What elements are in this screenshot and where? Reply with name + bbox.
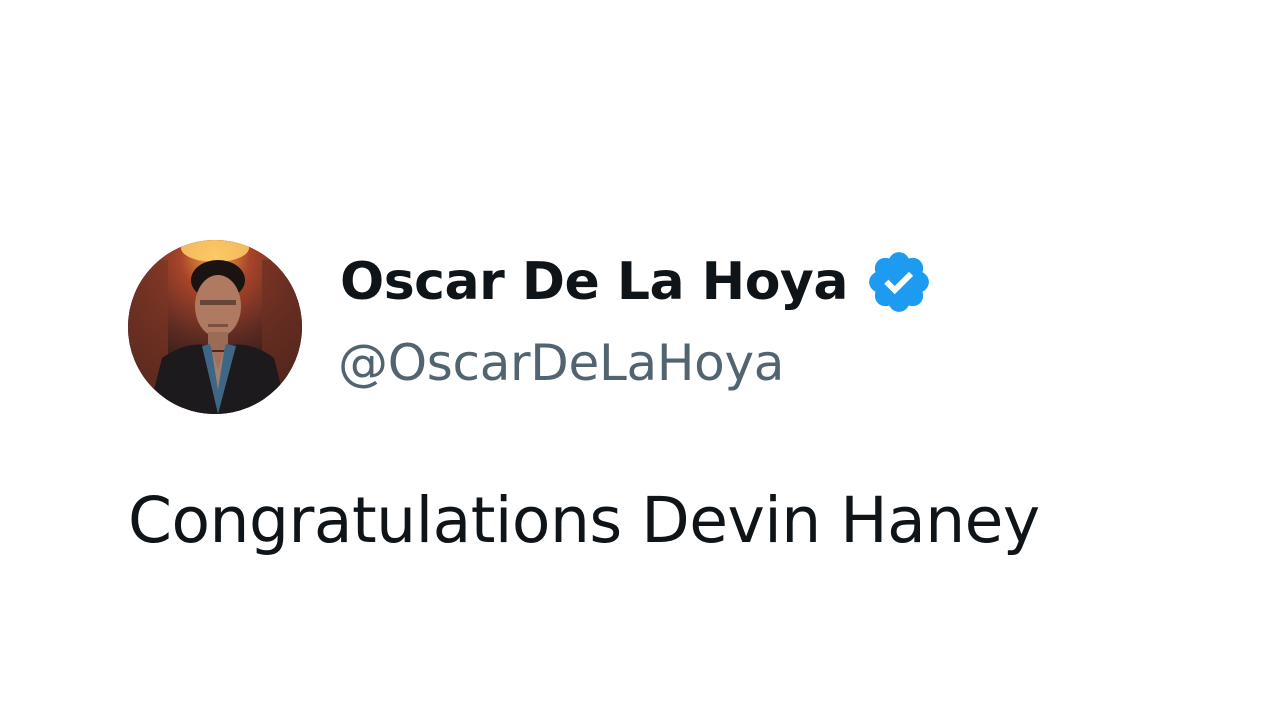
verified-badge-icon[interactable] [864,247,934,317]
tweet-text: Congratulations Devin Haney [128,484,1040,557]
avatar-photo [128,240,302,414]
tweet-card: Oscar De La Hoya @OscarDeLaHoya Congratu… [0,0,1263,720]
author-display-name[interactable]: Oscar De La Hoya [340,252,848,312]
author-handle[interactable]: @OscarDeLaHoya [338,334,784,392]
author-name-row: Oscar De La Hoya [340,246,934,318]
author-avatar[interactable] [128,240,302,414]
